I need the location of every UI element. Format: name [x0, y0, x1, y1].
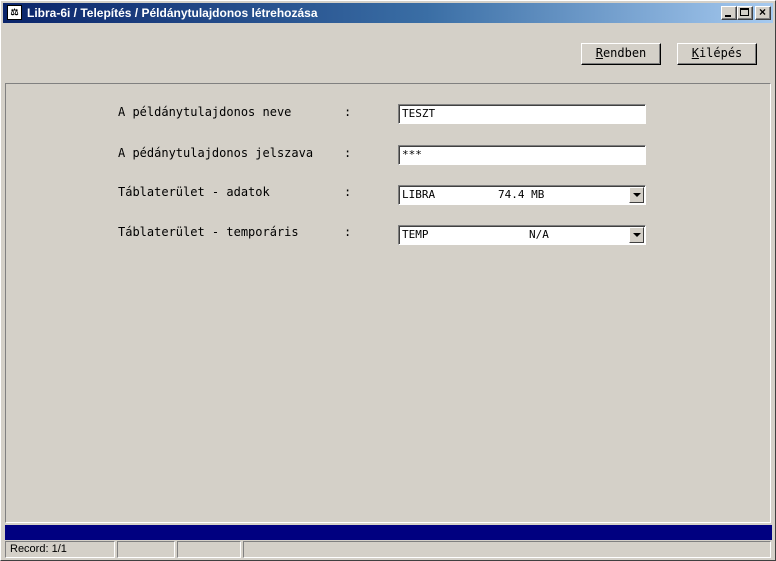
tablespace-data-colon: : — [344, 185, 352, 199]
exit-button-mnemonic: K — [691, 46, 699, 60]
maximize-button[interactable] — [737, 6, 753, 20]
exit-button-label: ilépés — [698, 46, 743, 60]
maximize-icon — [740, 8, 749, 16]
tablespace-temp-size: N/A — [529, 228, 549, 241]
ok-button-mnemonic: R — [595, 46, 603, 60]
tablespace-data-select[interactable]: LIBRA 74.4 MB — [398, 185, 646, 205]
status-bar: Record: 1/1 — [3, 541, 773, 559]
status-record-text: Record: 1/1 — [10, 543, 67, 555]
status-cell-2 — [117, 541, 175, 558]
minimize-button[interactable] — [721, 6, 737, 20]
close-icon: × — [759, 5, 767, 19]
owner-name-colon: : — [344, 105, 352, 119]
tablespace-temp-name: TEMP — [402, 228, 429, 241]
ok-button[interactable]: Rendben — [581, 43, 661, 65]
owner-password-value: *** — [402, 148, 422, 161]
tablespace-data-size: 74.4 MB — [498, 188, 545, 201]
window-title: Libra-6i / Telepítés / Példánytulajdonos… — [27, 6, 318, 20]
main-window: ⚖ Libra-6i / Telepítés / Példánytulajdon… — [0, 0, 776, 561]
status-record: Record: 1/1 — [5, 541, 115, 558]
owner-name-value: TESZT — [402, 107, 436, 120]
owner-name-label: A példánytulajdonos neve — [118, 105, 292, 119]
tablespace-data-name: LIBRA — [402, 188, 436, 201]
owner-password-field[interactable]: *** — [398, 145, 646, 165]
chevron-down-icon — [633, 193, 641, 197]
owner-name-field[interactable]: TESZT — [398, 104, 646, 124]
title-bar: ⚖ Libra-6i / Telepítés / Példánytulajdon… — [3, 3, 773, 23]
tablespace-temp-colon: : — [344, 225, 352, 239]
tablespace-data-dropdown-button[interactable] — [629, 187, 644, 203]
tablespace-data-label: Táblaterület - adatok — [118, 185, 270, 199]
minimize-icon — [725, 15, 731, 17]
ok-button-label: endben — [602, 46, 647, 60]
chevron-down-icon — [633, 233, 641, 237]
message-bar — [5, 525, 772, 540]
app-icon[interactable]: ⚖ — [7, 5, 22, 20]
close-button[interactable]: × — [755, 5, 771, 20]
owner-password-colon: : — [344, 146, 352, 160]
tablespace-temp-label: Táblaterület - temporáris — [118, 225, 299, 239]
owner-password-label: A pédánytulajdonos jelszava — [118, 146, 314, 160]
exit-button[interactable]: Kilépés — [677, 43, 757, 65]
status-cell-4 — [243, 541, 771, 558]
tablespace-temp-select[interactable]: TEMP N/A — [398, 225, 646, 245]
status-cell-3 — [177, 541, 241, 558]
tablespace-temp-dropdown-button[interactable] — [629, 227, 644, 243]
